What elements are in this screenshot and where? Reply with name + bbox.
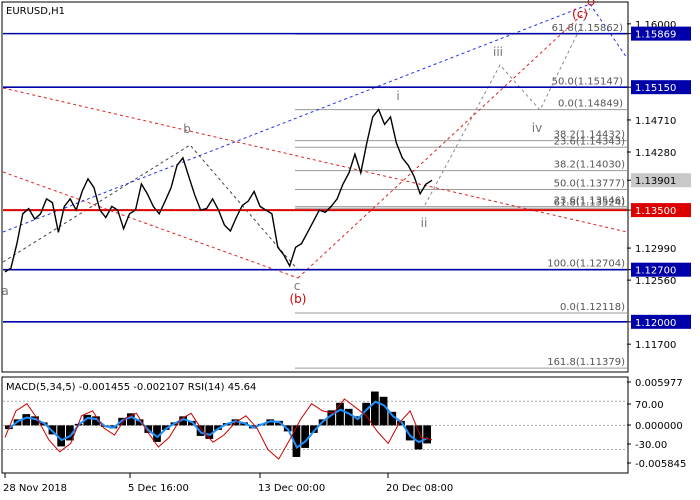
price-tick-label: 1.15150 xyxy=(635,83,676,94)
indicator-axis: 0.005977 70.00 0.000000 -30.00 -0.005845 xyxy=(627,378,686,470)
price-tick-label: 1.11700 xyxy=(635,340,676,351)
fib-level-label: 0.0(1.14849) xyxy=(558,99,623,110)
trading-chart[interactable]: 61.8(1.15862)50.0(1.15147)0.0(1.14849)38… xyxy=(0,0,700,500)
wave-label: (b) xyxy=(290,292,307,306)
indicator-title: MACD(5,34,5) -0.001455 -0.002107 RSI(14)… xyxy=(6,382,256,393)
price-tick-label: 1.12560 xyxy=(635,276,676,287)
fib-level-label: 100.0(1.12704) xyxy=(547,258,625,269)
price-panel xyxy=(1,1,629,373)
indicator-tick-label: 70.00 xyxy=(635,400,664,411)
price-tick-label: 1.14280 xyxy=(635,148,676,159)
wave-label: c xyxy=(294,279,301,293)
price-tick-label: 1.13901 xyxy=(635,176,676,187)
fib-level-label: 0.0(1.12118) xyxy=(560,302,625,313)
wave-label: iv xyxy=(532,121,542,135)
symbol-title: EURUSD,H1 xyxy=(6,6,65,17)
time-tick-label: 20 Dec 08:00 xyxy=(386,483,453,494)
macd-bar xyxy=(336,402,344,426)
price-tick-label: 1.14710 xyxy=(635,116,676,127)
time-tick-label: 28 Nov 2018 xyxy=(3,483,67,494)
price-tick-label: 1.12000 xyxy=(635,318,676,329)
wave-label: ii xyxy=(421,216,428,230)
fib-level-label: 50.0(1.13777) xyxy=(554,178,626,189)
price-tick-label: 1.13500 xyxy=(635,206,676,217)
macd-bar xyxy=(127,413,135,426)
wave-label: b xyxy=(183,122,191,136)
time-axis: 28 Nov 2018 5 Dec 16:00 13 Dec 00:00 20 Dec… xyxy=(3,473,453,494)
fib-level-label: 38.2(1.14030) xyxy=(554,160,626,171)
indicator-tick-label: -30.00 xyxy=(635,440,667,451)
indicator-tick-label: 0.005977 xyxy=(635,378,683,389)
fib-level-label: 23.6(1.14343) xyxy=(554,136,626,147)
wave-label: (c) xyxy=(572,7,588,21)
macd-bar xyxy=(423,425,431,444)
macd-bar xyxy=(371,391,379,426)
wave-label: a xyxy=(1,284,8,298)
wave-label: i xyxy=(396,89,399,103)
fib-level-label: 50.0(1.15147) xyxy=(552,76,624,87)
time-tick-label: 5 Dec 16:00 xyxy=(128,483,189,494)
price-tick-label: 1.15869 xyxy=(635,30,676,41)
price-tick-label: 1.12700 xyxy=(635,266,676,277)
macd-bar xyxy=(379,396,388,426)
fib-level-label: 161.8(1.11379) xyxy=(547,357,625,368)
wave-label: iii xyxy=(493,45,503,59)
fib-level-label: 23.6(1.13546) xyxy=(554,196,626,207)
indicator-tick-label: -0.005845 xyxy=(635,459,686,470)
price-axis: 1.160001.158691.151501.147101.142801.139… xyxy=(627,20,691,351)
time-tick-label: 13 Dec 00:00 xyxy=(258,483,325,494)
indicator-tick-label: 0.000000 xyxy=(635,421,683,432)
price-tick-label: 1.12990 xyxy=(635,244,676,255)
